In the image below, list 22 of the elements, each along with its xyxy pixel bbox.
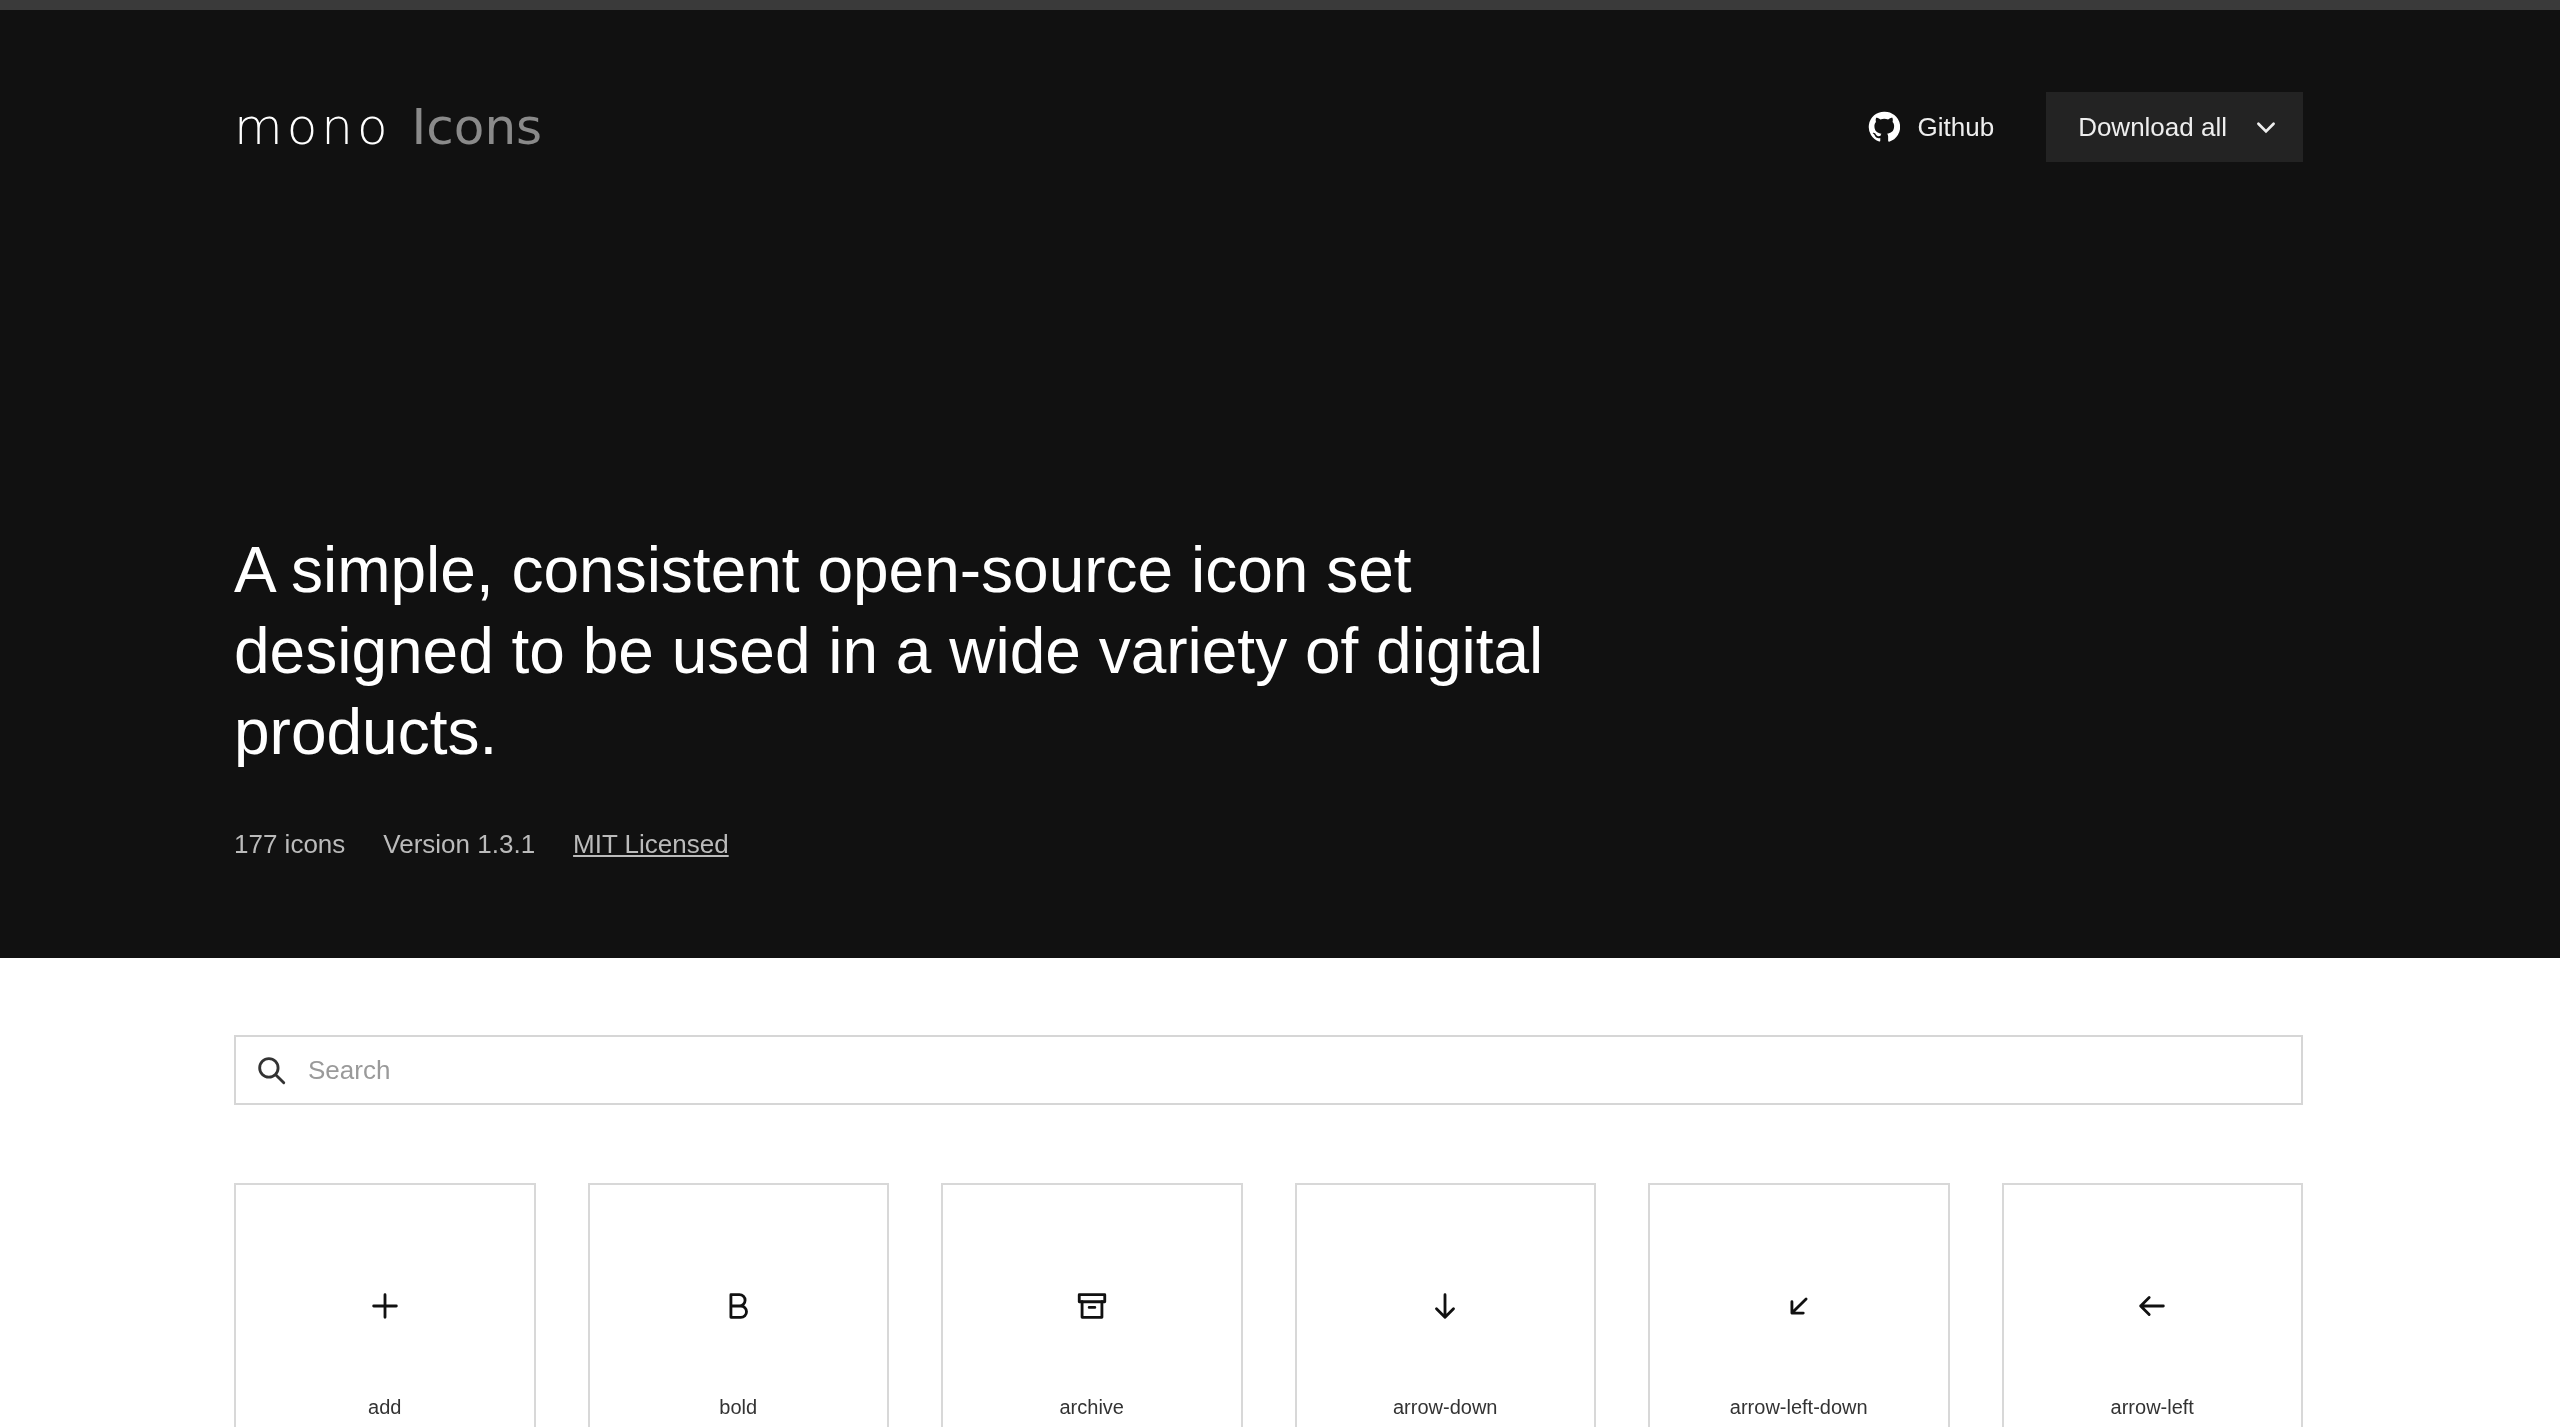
- icon-name: add: [368, 1395, 402, 1419]
- icon-name: arrow-left-down: [1729, 1395, 1868, 1419]
- icon-name: arrow-left: [2110, 1395, 2194, 1419]
- icon-card[interactable]: arrow-left: [2001, 1183, 2303, 1427]
- icon-card[interactable]: arrow-left-down: [1648, 1183, 1950, 1427]
- logo-wordmark: mono: [234, 98, 392, 156]
- github-icon: [1867, 111, 1900, 143]
- icon-name: archive: [1059, 1395, 1124, 1419]
- icon-name: bold: [719, 1395, 758, 1419]
- meta-text: Version 1.3.1: [383, 829, 536, 860]
- hero-headline: A simple, consistent open-source icon set designed to be used in a wide variety of digital products.: [234, 533, 1545, 770]
- logo-suffix: Icons: [411, 98, 543, 156]
- search-bar[interactable]: Search: [234, 1035, 2303, 1105]
- download-all-button[interactable]: Download all: [2046, 92, 2303, 162]
- license-link[interactable]: MIT Licensed: [573, 829, 729, 860]
- icon-card[interactable]: arrow-down: [1294, 1183, 1596, 1427]
- icon-card[interactable]: archive: [941, 1183, 1243, 1427]
- meta-text: 177 icons: [234, 829, 346, 860]
- icon-name: arrow-down: [1393, 1395, 1498, 1419]
- github-link[interactable]: Github: [1867, 111, 1995, 143]
- icon-card[interactable]: add: [234, 1183, 536, 1427]
- icon-card[interactable]: bold: [587, 1183, 889, 1427]
